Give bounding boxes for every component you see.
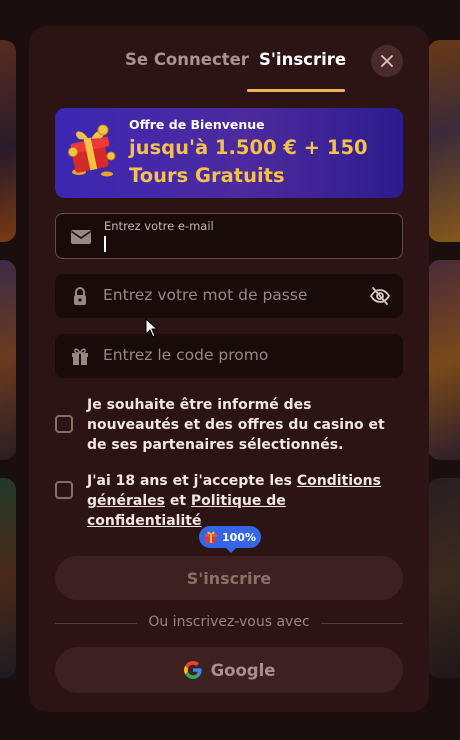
terms-middle: et bbox=[164, 493, 191, 509]
promo-code-field[interactable]: Entrez le code promo bbox=[55, 334, 403, 378]
divider-text: Ou inscrivez-vous avec bbox=[148, 614, 310, 630]
welcome-offer-banner: Offre de Bienvenue jusqu'à 1.500 € + 150… bbox=[55, 108, 403, 198]
offer-title: Offre de Bienvenue bbox=[129, 117, 265, 132]
gift-icon bbox=[72, 348, 88, 365]
password-field[interactable]: Entrez votre mot de passe bbox=[55, 274, 403, 318]
eye-off-icon[interactable] bbox=[369, 285, 391, 307]
newsletter-checkbox[interactable] bbox=[55, 415, 73, 433]
signup-modal: Se Connecter S'inscrire Offre de Bienven… bbox=[29, 26, 429, 712]
gift-icon bbox=[68, 124, 116, 177]
game-tile bbox=[428, 40, 460, 242]
google-label: Google bbox=[210, 660, 276, 680]
google-icon bbox=[183, 661, 202, 679]
email-label: Entrez votre e-mail bbox=[104, 219, 214, 233]
auth-tabs: Se Connecter S'inscrire bbox=[29, 26, 429, 92]
alt-signup-divider: Ou inscrivez-vous avec bbox=[55, 613, 403, 633]
game-tile bbox=[428, 260, 460, 460]
password-placeholder: Entrez votre mot de passe bbox=[103, 286, 308, 304]
game-tile bbox=[0, 40, 16, 242]
envelope-icon bbox=[71, 230, 91, 244]
lock-icon bbox=[74, 287, 86, 305]
game-tile bbox=[428, 478, 460, 678]
mouse-pointer-icon bbox=[145, 318, 159, 338]
tab-signup[interactable]: S'inscrire bbox=[259, 50, 346, 69]
active-tab-indicator bbox=[247, 89, 345, 92]
text-caret bbox=[104, 236, 106, 252]
divider-line bbox=[321, 623, 403, 624]
promo-placeholder: Entrez le code promo bbox=[103, 346, 269, 364]
close-button[interactable] bbox=[371, 45, 403, 77]
signup-submit-button[interactable]: S'inscrire bbox=[55, 556, 403, 600]
email-field[interactable]: Entrez votre e-mail bbox=[55, 213, 403, 259]
game-tile bbox=[0, 478, 16, 678]
gift-icon bbox=[205, 531, 217, 543]
terms-checkbox[interactable] bbox=[55, 481, 73, 499]
progress-badge-text: 100% bbox=[222, 530, 256, 544]
game-tile bbox=[0, 260, 16, 460]
newsletter-text: Je souhaite être informé des nouveautés … bbox=[87, 397, 385, 453]
terms-text: J'ai 18 ans et j'accepte les Conditions … bbox=[87, 471, 403, 531]
terms-prefix: J'ai 18 ans et j'accepte les bbox=[87, 473, 297, 489]
tab-login[interactable]: Se Connecter bbox=[125, 50, 249, 69]
close-icon bbox=[381, 55, 393, 67]
google-signup-button[interactable]: Google bbox=[55, 647, 403, 693]
progress-badge: 100% bbox=[199, 526, 261, 553]
offer-text: jusqu'à 1.500 € + 150 Tours Gratuits bbox=[129, 136, 368, 187]
